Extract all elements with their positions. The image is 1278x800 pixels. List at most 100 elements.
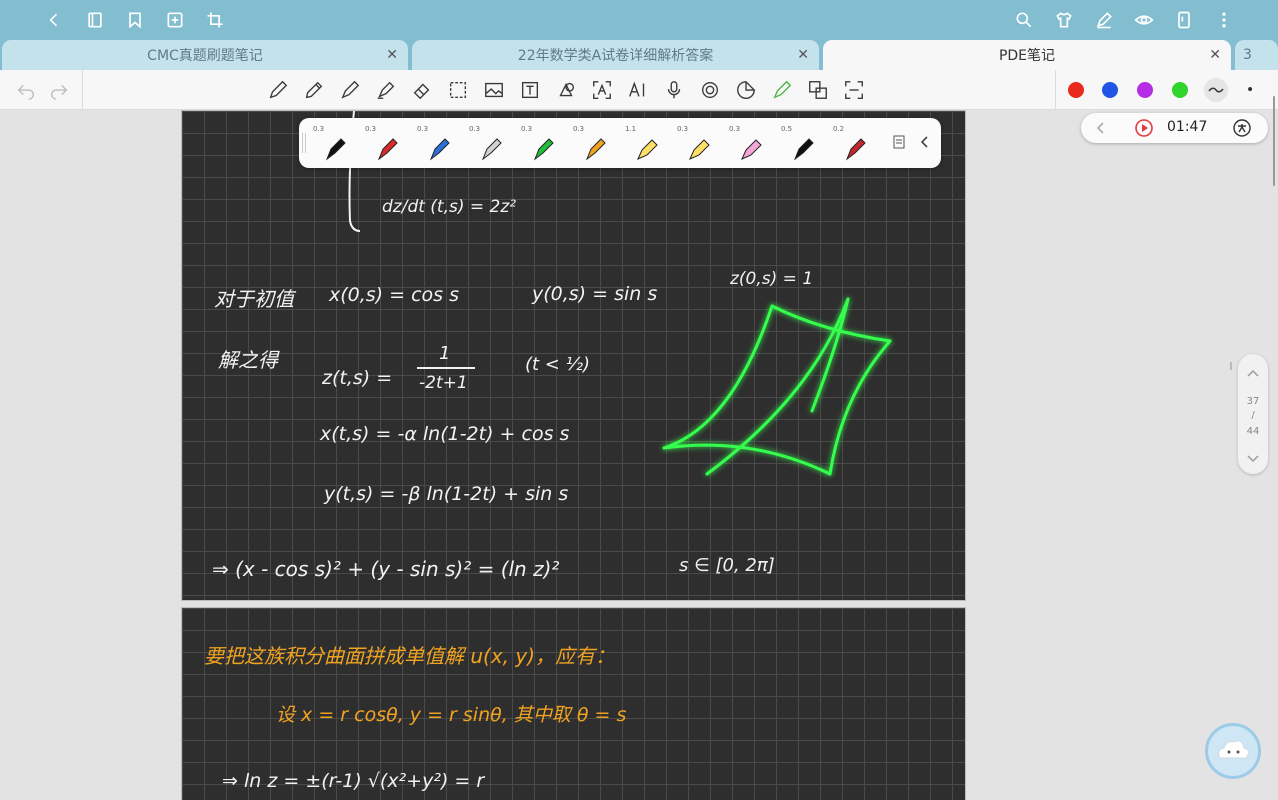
page2-line2: 设 x = r cosθ, y = r sinθ, 其中取 θ = s [276,704,627,726]
undo-icon[interactable] [15,79,37,101]
ballpoint-pen-icon[interactable] [339,79,361,101]
pen-size-label: 0.3 [417,125,429,133]
more-menu-icon[interactable] [1212,8,1236,32]
pen-size-label: 0.3 [677,125,689,133]
pen-preset[interactable]: 0.3 [365,121,405,165]
assistant-cloud-icon[interactable] [1205,723,1261,779]
drawing-toolbar [0,70,1278,110]
pen-size-label: 0.2 [833,125,845,133]
translate-icon[interactable] [807,79,829,101]
pen-size-label: 0.3 [469,125,481,133]
add-page-icon[interactable] [163,8,187,32]
sticker-icon[interactable] [735,79,757,101]
pen-size-label: 0.3 [365,125,377,133]
scroll-edge-mark[interactable] [1273,96,1275,186]
z-solution-lhs: z(t,s) = [322,367,393,389]
pen-preset[interactable]: 0.3 [313,121,353,165]
note-canvas[interactable]: dz/dt (t,s) = 2z² 对于初值 x(0,s) = cos s y(… [0,110,1278,800]
microphone-icon[interactable] [663,79,685,101]
close-icon[interactable]: ✕ [386,47,398,63]
tab-overflow[interactable]: 3 [1235,40,1278,70]
tab-cmc-notes[interactable]: CMC真题刷题笔记 ✕ [2,40,408,70]
highlighter-icon[interactable] [375,79,397,101]
text-box-icon[interactable] [519,79,541,101]
y-solution: y(t,s) = -β ln(1-2t) + sin s [324,483,569,505]
page2-line1: 要把这族积分曲面拼成单值解 u(x, y)，应有： [204,644,616,668]
redo-icon[interactable] [48,79,70,101]
scroll-edge-mark[interactable] [1230,362,1232,370]
pen-size-label: 1.1 [625,125,637,133]
z-solution-num: 1 [439,343,451,364]
fountain-pen-icon[interactable] [267,79,289,101]
pen-preset[interactable]: 0.2 [833,121,873,165]
pen-preset[interactable]: 0.3 [521,121,561,165]
lasso-select-icon[interactable] [447,79,469,101]
stroke-width-dot-icon[interactable] [1240,79,1262,101]
stroke-style-icon[interactable] [1204,78,1228,102]
pen-size-label: 0.3 [313,125,325,133]
highlighter-preset[interactable]: 1.1 [625,121,665,165]
image-icon[interactable] [483,79,505,101]
page2-line3: ⇒ ln z = ±(r-1) √(x²+y²) = r [222,770,485,792]
collapse-palette-icon[interactable] [917,134,933,150]
note-page[interactable]: dz/dt (t,s) = 2z² 对于初值 x(0,s) = cos s y(… [181,110,966,601]
timer-back-icon[interactable] [1093,120,1109,136]
shape-icon[interactable] [555,79,577,101]
pen-icon [481,138,502,161]
notebook-icon[interactable] [83,8,107,32]
tab-label: 22年数学类A试卷详细解析答案 [517,48,714,64]
pen-mode-icon[interactable] [1092,8,1116,32]
ocr-icon[interactable] [843,79,865,101]
z-solution-den: -2t+1 [419,373,468,393]
text-recognition-icon[interactable] [591,79,613,101]
highlighter-preset[interactable]: 0.3 [677,121,717,165]
page-current: 37 [1246,396,1260,407]
laser-pen-icon[interactable] [771,79,793,101]
view-eye-icon[interactable] [1132,8,1156,32]
s-range: s ∈ [0, 2π] [679,555,775,576]
note-page[interactable]: 要把这族积分曲面拼成单值解 u(x, y)，应有： 设 x = r cosθ, … [181,607,966,800]
pen-preset[interactable]: 0.3 [417,121,457,165]
ai-icon[interactable] [627,79,649,101]
pen-preset[interactable]: 0.3 [573,121,613,165]
pen-preset[interactable]: 0.5 [781,121,821,165]
tab-exam-answers[interactable]: 22年数学类A试卷详细解析答案 ✕ [412,40,819,70]
color-swatch-green[interactable] [1172,82,1188,98]
theme-shirt-icon[interactable] [1052,8,1076,32]
divider [1055,70,1056,110]
play-icon[interactable] [1134,118,1154,138]
close-icon[interactable]: ✕ [797,47,809,63]
pen-icon [429,138,450,161]
pencil-icon[interactable] [303,79,325,101]
pen-preset[interactable]: 0.3 [469,121,509,165]
audio-note-icon[interactable] [699,79,721,101]
z-solution-cond: (t < ½) [525,354,591,375]
tab-pde-notes[interactable]: PDE笔记 ✕ [823,40,1231,70]
pen-icon [793,138,814,161]
pen-size-label: 0.3 [573,125,585,133]
dual-screen-icon[interactable] [1172,8,1196,32]
page-total: 44 [1246,426,1260,437]
fraction-bar [417,367,475,369]
palette-drag-handle[interactable] [302,133,306,153]
highlighter-icon [689,139,710,160]
x-solution: x(t,s) = -α ln(1-2t) + cos s [320,423,570,445]
color-swatch-red[interactable] [1068,82,1084,98]
pen-icon [845,138,866,161]
transcribe-icon[interactable] [1232,118,1252,138]
palette-settings-icon[interactable] [891,134,907,150]
bookmark-icon[interactable] [123,8,147,32]
page-up-icon[interactable] [1245,366,1261,380]
page-down-icon[interactable] [1245,452,1261,466]
close-icon[interactable]: ✕ [1209,47,1221,63]
color-swatch-purple[interactable] [1137,82,1153,98]
crop-icon[interactable] [203,8,227,32]
pen-icon [377,138,398,161]
tab-label: 3 [1243,47,1252,63]
highlighter-preset[interactable]: 0.3 [729,121,769,165]
eraser-icon[interactable] [411,79,433,101]
search-icon[interactable] [1012,8,1036,32]
back-icon[interactable] [42,8,66,32]
color-swatch-blue[interactable] [1102,82,1118,98]
tab-label: PDE笔记 [998,48,1056,64]
